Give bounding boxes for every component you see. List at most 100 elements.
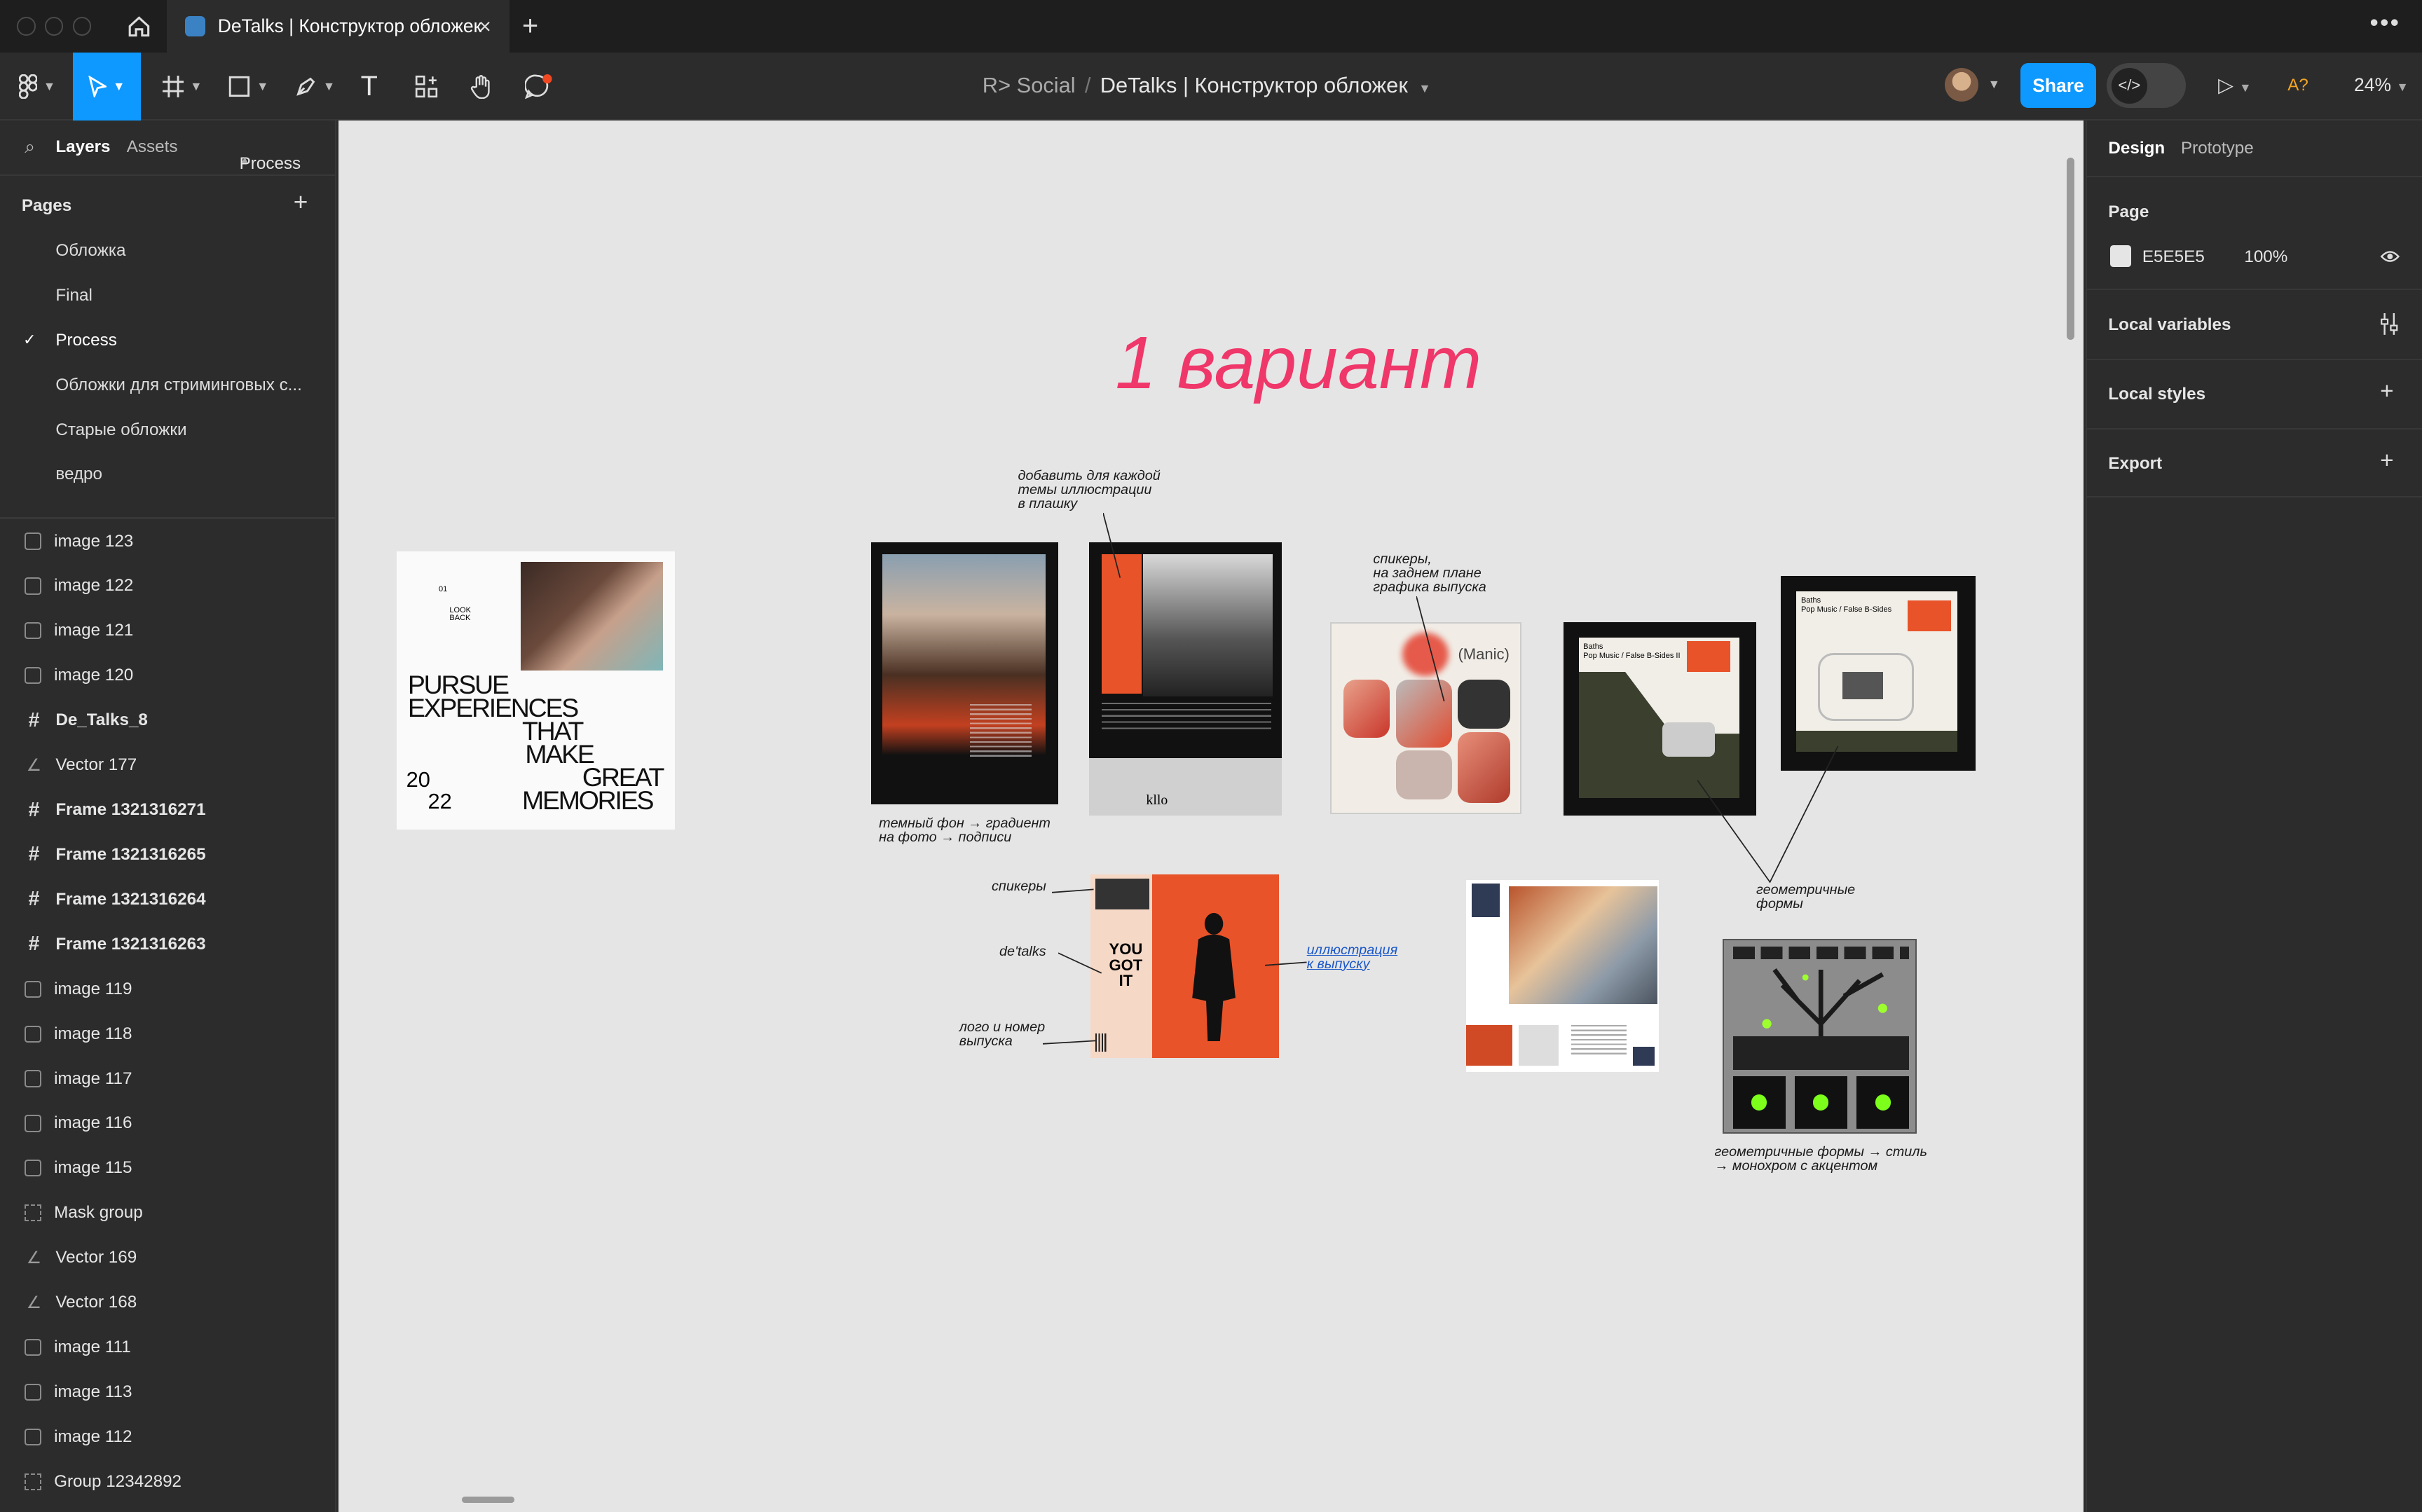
pages-heading[interactable]: Pages [22,196,71,216]
note-geometric-shapes[interactable]: геометричные формы [1756,883,1855,912]
layer-row[interactable]: # Frame 1321316264 [0,877,336,922]
local-variables-label[interactable]: Local variables [2108,315,2231,335]
variant-heading[interactable]: 1 вариант [1115,321,1482,406]
page-opacity[interactable]: 100% [2244,247,2287,267]
resources-tool-icon[interactable] [408,53,445,121]
hand-tool-icon[interactable] [463,53,500,121]
layer-row[interactable]: # Frame 1321316265 [0,832,336,877]
poster-pursue-experiences[interactable]: 01 LOOK BACK PURSUE EXPERIENCES THAT MAK… [397,551,676,830]
shape-tool-button[interactable]: ▼ [221,53,276,121]
poster-dark-couple[interactable] [871,542,1058,805]
layer-row[interactable]: image 122 [0,563,336,608]
horizontal-scrollbar[interactable] [462,1496,514,1503]
poster-manic-label: (Manic) [1458,645,1510,664]
layer-row[interactable]: # De_Talks_8 [0,698,336,743]
main-menu-button[interactable]: ▼ [13,53,62,121]
page-item[interactable]: Обложка [55,241,125,261]
layer-row[interactable]: image 113 [0,1370,336,1415]
poster-baths-b-sides[interactable]: Baths Pop Music / False B-Sides [1781,576,1976,771]
tab-assets[interactable]: Assets [127,137,178,157]
page-item-current[interactable]: Process [55,331,117,350]
local-styles-label[interactable]: Local styles [2108,385,2205,404]
tab-layers[interactable]: Layers [55,137,110,157]
layer-row[interactable]: image 120 [0,653,336,698]
file-name[interactable]: DeTalks | Конструктор обложек [1100,73,1408,97]
window-close-dot[interactable] [17,17,36,36]
visibility-eye-icon[interactable] [2380,249,2400,264]
layer-row[interactable]: ∠ Vector 168 [0,1280,336,1325]
note-logo-number[interactable]: лого и номер выпуска [959,1020,1045,1049]
page-item[interactable]: ведро [55,465,102,484]
page-color-swatch[interactable] [2109,245,2132,268]
tab-prototype[interactable]: Prototype [2181,139,2254,158]
layer-row[interactable]: image 121 [0,608,336,653]
layer-row[interactable]: image 116 [0,1101,336,1146]
layer-row[interactable]: Group 12342892 [0,1459,336,1504]
canvas[interactable]: 1 вариант 01 LOOK BACK PURSUE EXPERIENCE… [338,120,2084,1512]
page-item[interactable]: Старые обложки [55,420,186,440]
poster-car-collage[interactable] [1465,880,1660,1072]
frame-tool-button[interactable]: ▼ [154,53,210,121]
page-color-hex[interactable]: E5E5E5 [2142,247,2205,267]
home-icon[interactable] [111,0,167,53]
comment-tool-icon[interactable] [521,53,558,121]
dev-mode-toggle[interactable]: </> [2107,63,2186,109]
poster-monochrome-tree[interactable] [1722,939,1917,1134]
pen-tool-button[interactable]: ▼ [287,53,343,121]
project-name[interactable]: R> Social [983,73,1076,97]
avatar-chevron-icon[interactable]: ▼ [1988,77,2000,92]
layer-row[interactable]: image 115 [0,1146,336,1190]
poster-you-got-it[interactable]: YOU GOT IT [1090,874,1279,1058]
new-tab-plus-icon[interactable]: + [522,11,538,42]
file-menu-chevron-icon[interactable]: ▼ [1418,81,1430,95]
layer-row[interactable]: image 111 [0,1325,336,1370]
page-item[interactable]: Обложки для стриминговых с... [55,376,302,395]
move-tool-button[interactable]: ▼ [72,52,141,121]
missing-fonts-icon[interactable]: A? [2287,76,2308,95]
window-zoom-dot[interactable] [72,17,92,36]
note-dark-background[interactable]: темный фон → градиент на фото → подписи [879,816,1051,845]
layer-row[interactable]: image 123 [0,519,336,564]
note-speakers-background[interactable]: спикеры, на заднем плане графика выпуска [1373,552,1486,595]
page-item[interactable]: Final [55,286,93,305]
image-layer-icon [25,1115,42,1132]
orange-label [1908,600,1951,632]
frame-layer-icon: # [28,843,40,866]
note-geometric-style[interactable]: геометричные формы → стиль → монохром с … [1715,1146,1927,1174]
search-layers-icon[interactable]: ⌕ [25,136,35,158]
note-detalks[interactable]: de'talks [999,944,1046,959]
export-label[interactable]: Export [2108,454,2162,474]
variables-settings-icon[interactable] [2380,313,2398,336]
add-page-icon[interactable]: + [294,188,308,217]
layer-name: image 112 [54,1427,132,1446]
add-style-icon[interactable]: + [2380,378,2393,405]
rectangle-icon [229,76,250,97]
close-tab-icon[interactable]: × [479,14,491,39]
text-tool-icon[interactable]: T [353,53,386,121]
layer-name: image 123 [54,531,134,551]
note-speakers[interactable]: спикеры [992,879,1046,894]
layer-row[interactable]: image 112 [0,1415,336,1459]
tab-design[interactable]: Design [2108,139,2165,158]
file-tab[interactable]: DeTalks | Конструктор обложек × [167,0,510,53]
layer-row[interactable]: ∠ Vector 177 [0,743,336,788]
poster-orange-strip[interactable]: kllo [1088,542,1282,816]
note-add-illustration[interactable]: добавить для каждой темы иллюстрации в п… [1018,469,1160,511]
layer-row[interactable]: ∠ Vector 169 [0,1235,336,1280]
note-illustration-link[interactable]: иллюстрация к выпуску [1307,943,1398,972]
layer-row[interactable]: # Frame 1321316263 [0,922,336,967]
layer-row[interactable]: # Frame 1321316271 [0,788,336,832]
vertical-scrollbar[interactable] [2067,157,2075,340]
share-button[interactable]: Share [2020,63,2096,109]
window-minimize-dot[interactable] [44,17,64,36]
layer-row[interactable]: image 117 [0,1057,336,1101]
layer-row[interactable]: image 118 [0,1012,336,1057]
more-options-icon[interactable]: ••• [2370,9,2401,37]
figma-file-icon [185,16,206,36]
zoom-level[interactable]: 24% ▼ [2354,74,2409,96]
present-play-icon[interactable]: ▷ ▼ [2218,73,2251,97]
layer-row[interactable]: image 119 [0,967,336,1012]
add-export-icon[interactable]: + [2380,448,2393,474]
layer-name: Frame 1321316264 [55,889,206,909]
layer-row[interactable]: Mask group [0,1190,336,1235]
